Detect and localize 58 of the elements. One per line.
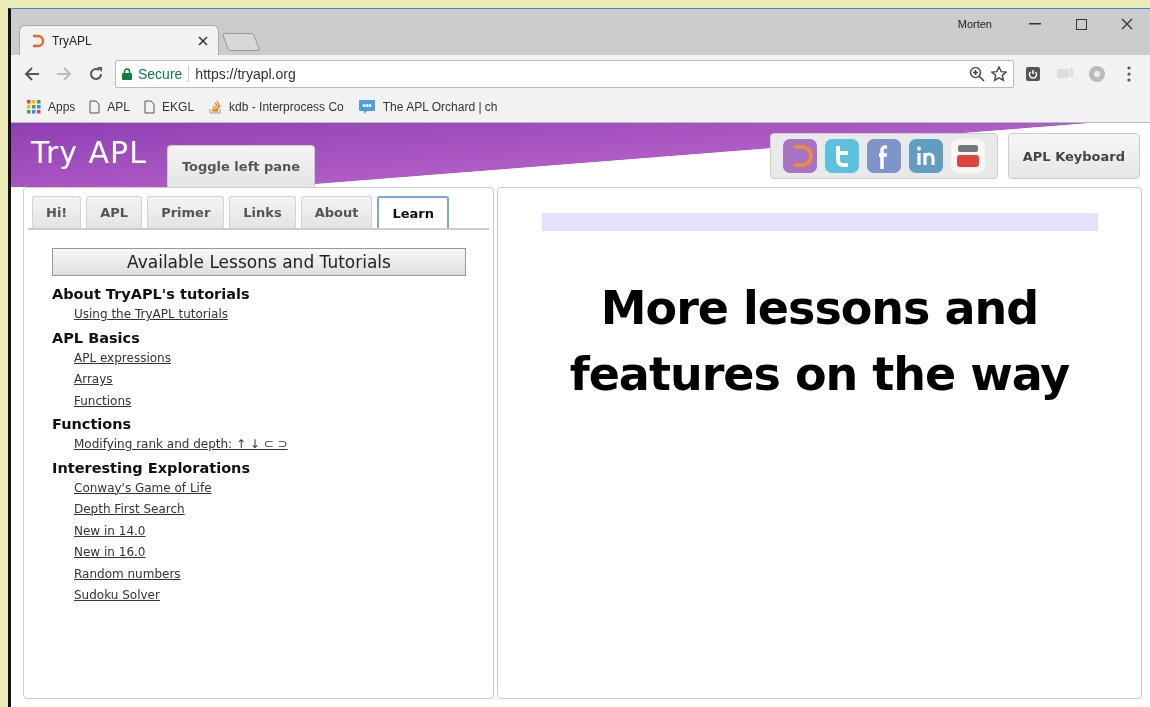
close-icon	[1121, 18, 1133, 30]
section-heading: About TryAPL's tutorials	[52, 285, 251, 304]
bookmark-link[interactable]: EKGL	[144, 100, 195, 114]
lessons-title: Available Lessons and Tutorials	[52, 248, 466, 276]
section-heading: Interesting Explorations	[52, 458, 252, 478]
minimize-icon	[1029, 23, 1041, 25]
tab-title: TryAPL	[52, 33, 93, 48]
pane-tab[interactable]: Learn	[377, 196, 450, 228]
pane-tab[interactable]: Hi!	[32, 196, 82, 228]
lesson-link[interactable]: Depth First Search	[74, 499, 185, 521]
new-tab-button[interactable]	[221, 33, 261, 51]
facebook-icon[interactable]	[866, 139, 901, 173]
site-logo[interactable]: Try APL	[31, 135, 147, 170]
blog-icon[interactable]	[782, 139, 817, 173]
bookmark-link[interactable]: Apps	[27, 100, 76, 114]
lesson-link[interactable]: Sudoku Solver	[74, 585, 160, 607]
tab-favicon	[30, 33, 44, 48]
page-icon	[144, 100, 156, 114]
lesson-link[interactable]: Random numbers	[74, 563, 181, 585]
secure-label: Secure	[138, 65, 183, 82]
browser-tab[interactable]: TryAPL	[19, 25, 219, 55]
url-text: https://tryapl.org	[195, 65, 297, 82]
maximize-icon	[1075, 18, 1087, 30]
pane-tab[interactable]: APL	[86, 196, 143, 228]
bookmark-link[interactable]: The APL Orchard | ch	[357, 99, 498, 115]
close-icon[interactable]	[198, 35, 208, 46]
bookmark-link[interactable]: APL	[89, 100, 131, 114]
lesson-link[interactable]: APL expressions	[74, 347, 171, 369]
keyboard-button[interactable]: APL Keyboard	[1007, 133, 1140, 179]
stack-icon	[208, 100, 223, 114]
lesson-link[interactable]: Arrays	[74, 369, 113, 391]
section-heading: Functions	[52, 415, 133, 434]
lesson-link[interactable]: New in 14.0	[74, 520, 146, 542]
star-icon[interactable]	[991, 65, 1007, 82]
message-heading: More lessons and features on the way	[568, 280, 1071, 403]
pane-tab[interactable]: About	[300, 196, 373, 228]
twitter-icon[interactable]	[824, 139, 859, 173]
toggle-pane-button[interactable]: Toggle left pane	[166, 145, 316, 187]
back-arrow-icon	[24, 65, 40, 82]
lock-icon	[122, 67, 132, 80]
reload-icon	[88, 65, 104, 82]
address-bar[interactable]: Secure https://tryapl.org	[115, 59, 1014, 88]
lesson-link[interactable]: Conway's Game of Life	[74, 477, 212, 499]
page-icon	[89, 100, 101, 114]
profile-name[interactable]: Morten	[957, 18, 992, 30]
lesson-link[interactable]: New in 16.0	[74, 542, 146, 564]
lesson-link[interactable]: Functions	[74, 390, 132, 412]
zoom-icon[interactable]	[969, 65, 985, 82]
pane-tab[interactable]: Primer	[147, 196, 225, 228]
apps-grid-icon	[27, 100, 41, 114]
lesson-link[interactable]: Modifying rank and depth: ↑ ↓ ⊂ ⊃	[74, 434, 288, 456]
pane-tab[interactable]: Links	[229, 196, 296, 228]
section-heading: APL Basics	[52, 328, 141, 348]
forward-arrow-icon	[56, 65, 72, 82]
lesson-link[interactable]: Using the TryAPL tutorials	[74, 304, 229, 326]
chat-bubble-icon	[357, 99, 376, 115]
linkedin-icon[interactable]	[908, 139, 943, 173]
bookmark-link[interactable]: kdb - Interprocess Co	[208, 100, 344, 114]
